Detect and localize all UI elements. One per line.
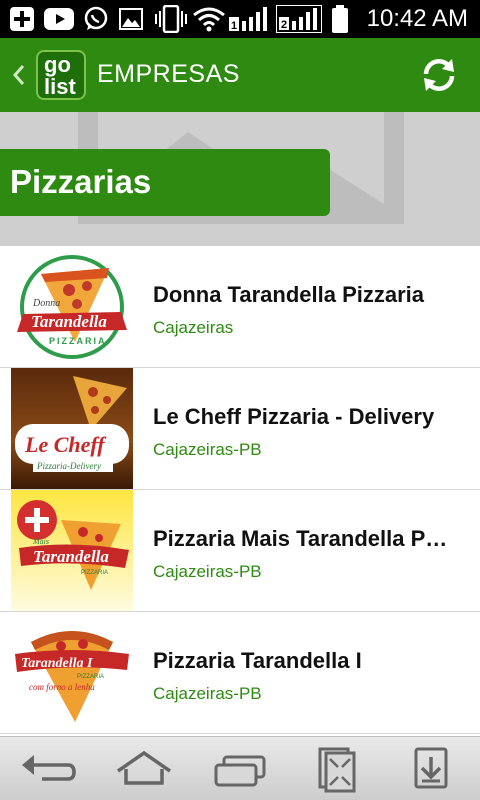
add-icon (8, 6, 36, 32)
company-logo-donna-tarandella: Donna Tarandella PIZZARIA (11, 246, 133, 367)
logo-donna-top: Donna (32, 298, 60, 309)
logo-tarandella-small: PIZZARIA (77, 674, 104, 680)
recent-apps-icon[interactable] (210, 745, 270, 793)
image-icon (118, 6, 144, 32)
action-bar: go list EMPRESAS (0, 38, 480, 112)
logo-donna-bottom: PIZZARIA (49, 336, 107, 346)
company-name: Le Cheff Pizzaria - Delivery (153, 404, 435, 429)
download-icon[interactable] (400, 745, 460, 793)
vibrate-icon (154, 5, 188, 33)
wifi-icon (192, 6, 226, 32)
company-name: Pizzaria Mais Tarandella Pizza (153, 526, 453, 551)
company-logo-le-cheff: Le Cheff Pizzaria-Delivery (11, 368, 133, 489)
company-logo-mais-tarandella: Mais Tarandella PIZZARIA (11, 490, 133, 611)
category-title: Pizzarias (10, 163, 152, 200)
logo-mais-script: Tarandella (33, 547, 109, 566)
logo-mais-bottom: PIZZARIA (81, 570, 108, 576)
company-name: Pizzaria Tarandella I (153, 648, 362, 673)
list-item[interactable]: Tarandella I PIZZARIA com forno a lenha … (0, 612, 480, 734)
company-name: Donna Tarandella Pizzaria (153, 282, 425, 307)
company-location: Cajazeiras-PB (153, 440, 262, 459)
list-item[interactable]: Le Cheff Pizzaria-Delivery Le Cheff Pizz… (0, 368, 480, 490)
svg-text:1: 1 (231, 20, 237, 32)
back-icon[interactable] (18, 745, 78, 793)
signal-sim1-icon: 1 (228, 6, 272, 32)
navigation-bar (0, 736, 480, 800)
logo-lecheff-script: Le Cheff (24, 432, 107, 457)
status-bar: 1 2 10:42 AM (0, 0, 480, 38)
company-list: Donna Tarandella PIZZARIA Donna Tarandel… (0, 246, 480, 736)
category-banner: Pizzarias (0, 112, 480, 246)
logo-donna-script: Tarandella (31, 312, 107, 331)
whatsapp-icon (82, 6, 110, 32)
logo-mais-small: Mais (32, 537, 49, 546)
logo-tarandella-script: Tarandella I (21, 656, 93, 671)
logo-tarandella-bottom: com forno a lenha (29, 682, 95, 692)
company-location: Cajazeiras (153, 318, 234, 337)
company-logo-tarandella-i: Tarandella I PIZZARIA com forno a lenha (11, 612, 133, 733)
logo-text-list: list (44, 74, 76, 99)
signal-sim2-icon: 2 (276, 5, 322, 33)
company-location: Cajazeiras-PB (153, 562, 262, 581)
list-item[interactable]: Donna Tarandella PIZZARIA Donna Tarandel… (0, 246, 480, 368)
refresh-icon[interactable] (418, 54, 460, 96)
svg-text:2: 2 (281, 19, 287, 31)
screen-shrink-icon[interactable] (306, 745, 366, 793)
chevron-left-icon[interactable] (10, 60, 28, 90)
battery-icon (330, 5, 350, 33)
list-item[interactable]: Mais Tarandella PIZZARIA Pizzaria Mais T… (0, 490, 480, 612)
logo-lecheff-bottom: Pizzaria-Delivery (36, 461, 101, 471)
page-title: EMPRESAS (97, 60, 240, 88)
category-tab: Pizzarias (0, 149, 330, 216)
youtube-icon (44, 6, 74, 32)
status-time: 10:42 AM (366, 5, 468, 32)
home-icon[interactable] (114, 745, 174, 793)
company-location: Cajazeiras-PB (153, 684, 262, 703)
app-logo[interactable]: go list (36, 50, 86, 100)
